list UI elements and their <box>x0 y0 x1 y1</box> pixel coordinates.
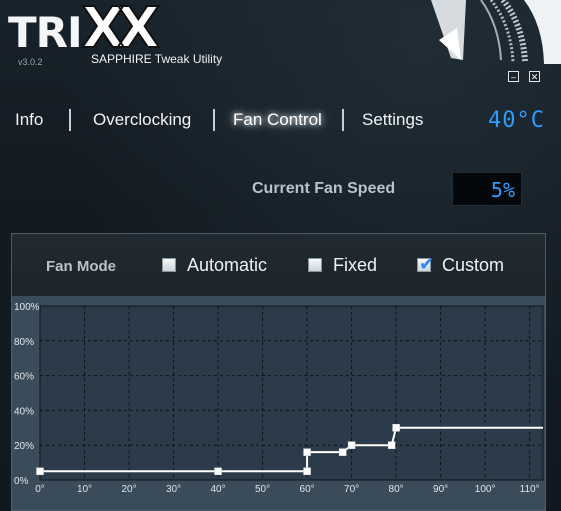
fan-curve-chart[interactable]: 0° 10° 20° 30° 40° 50° 60° 70° 80° 90° 100° 110° 0% 2… <box>12 296 545 510</box>
tab-info[interactable]: Info <box>15 110 43 130</box>
x-tick-label: 30° <box>166 484 181 495</box>
tab-fan-control[interactable]: Fan Control <box>233 110 322 130</box>
fan-curve-point-handle[interactable] <box>347 441 356 449</box>
automatic-label: Automatic <box>187 255 268 275</box>
fan-curve-point-handle[interactable] <box>387 441 396 449</box>
x-tick-label: 40° <box>210 484 225 495</box>
x-tick-label: 110° <box>520 484 540 495</box>
x-tick-label: 20° <box>121 484 136 495</box>
fan-curve-point-handle[interactable] <box>36 467 44 476</box>
fan-mode-label: Fan Mode <box>46 258 116 275</box>
x-tick-label: 70° <box>344 484 359 495</box>
header-decoration-graphic <box>431 0 561 64</box>
checkmark-icon: ✔ <box>419 254 435 275</box>
y-tick-label: 20% <box>14 441 34 452</box>
app-subtitle: SAPPHIRE Tweak Utility <box>91 52 223 66</box>
x-tick-label: 0° <box>35 484 45 495</box>
fan-speed-display: 5% <box>452 172 522 206</box>
nav-separator <box>213 109 215 131</box>
x-tick-label: 50° <box>255 484 270 495</box>
tab-overclocking[interactable]: Overclocking <box>93 110 191 130</box>
gpu-temperature-readout: 40°C <box>488 108 545 133</box>
logo-tri-text: TRI <box>8 8 83 57</box>
nav-separator <box>69 109 71 131</box>
y-tick-label: 40% <box>14 406 34 417</box>
fan-curve-point-handle[interactable] <box>303 448 311 456</box>
fan-curve-point-handle[interactable] <box>392 424 400 432</box>
y-tick-label: 100% <box>14 302 40 313</box>
y-tick-label: 0% <box>14 476 29 487</box>
fan-curve-point-handle[interactable] <box>303 467 311 476</box>
custom-label: Custom <box>442 255 505 275</box>
fan-curve-point-handle[interactable] <box>338 448 347 456</box>
trixx-logo: TRIXX <box>8 0 161 58</box>
tab-settings[interactable]: Settings <box>362 110 423 130</box>
fan-control-panel: Fan Mode Automatic Fixed ✔ Custom 0° 10° 2… <box>11 233 546 511</box>
y-tick-label: 60% <box>14 372 34 383</box>
fan-curve-point-handle[interactable] <box>214 467 222 476</box>
fixed-checkbox[interactable] <box>308 258 322 272</box>
custom-checkbox[interactable]: ✔ <box>417 254 434 275</box>
fan-speed-value: 5% <box>490 178 515 202</box>
fixed-label: Fixed <box>333 255 378 275</box>
fan-mode-bar: Fan Mode Automatic Fixed ✔ Custom <box>12 234 545 296</box>
x-tick-label: 80° <box>389 484 404 495</box>
x-tick-label: 60° <box>300 484 315 495</box>
automatic-checkbox[interactable] <box>162 258 176 272</box>
plot-area <box>39 305 544 481</box>
x-tick-label: 100° <box>475 484 496 495</box>
minimize-button[interactable]: – <box>508 71 519 82</box>
x-tick-label: 10° <box>77 484 92 495</box>
nav-separator <box>342 109 344 131</box>
close-button[interactable]: ✕ <box>529 71 540 82</box>
version-label: v3.0.2 <box>18 57 43 67</box>
current-fan-speed-label: Current Fan Speed <box>252 180 396 197</box>
y-tick-label: 80% <box>14 337 34 348</box>
x-tick-label: 90° <box>433 484 448 495</box>
main-nav: Info Overclocking Fan Control Settings <box>0 108 460 132</box>
